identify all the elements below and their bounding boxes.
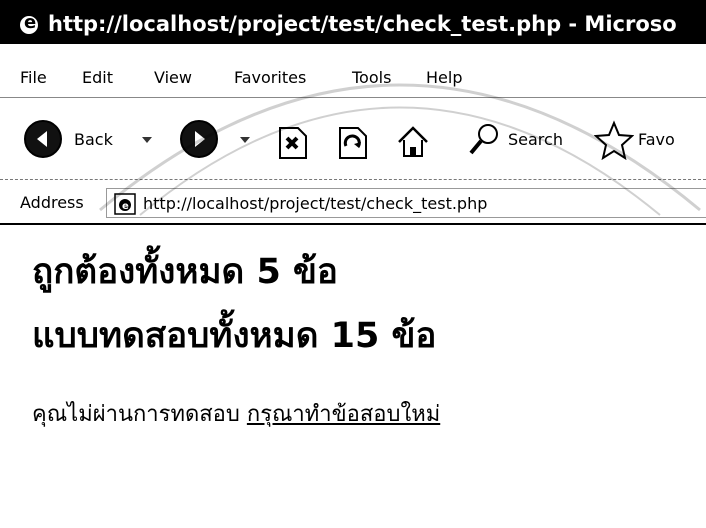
page-content: ถูกต้องทั้งหมด 5 ข้อ แบบทดสอบทั้งหมด 15 … [0, 228, 706, 528]
menu-help[interactable]: Help [426, 68, 462, 87]
search-label: Search [508, 130, 563, 149]
address-bar: Address e http://localhost/project/test/… [0, 181, 706, 225]
favorites-button[interactable]: Favo [594, 120, 706, 162]
search-button[interactable]: Search [468, 120, 588, 162]
title-bar[interactable]: http://localhost/project/test/check_test… [0, 0, 706, 44]
refresh-icon [339, 127, 367, 159]
correct-count-heading: ถูกต้องทั้งหมด 5 ข้อ [32, 252, 338, 292]
favorites-label: Favo [638, 130, 675, 149]
result-text: คุณไม่ผ่านการทดสอบ [32, 402, 240, 427]
menu-bar: File Edit View Favorites Tools Help [0, 46, 706, 98]
refresh-button[interactable] [336, 120, 370, 162]
toolbar: Back Search Favo [0, 98, 706, 180]
stop-icon [279, 127, 307, 159]
back-arrow-icon [24, 120, 62, 158]
back-dropdown-icon[interactable] [142, 137, 152, 143]
address-url: http://localhost/project/test/check_test… [143, 194, 488, 213]
menu-file[interactable]: File [20, 68, 47, 87]
stop-button[interactable] [276, 120, 310, 162]
menu-favorites[interactable]: Favorites [234, 68, 306, 87]
forward-button[interactable] [180, 120, 260, 162]
total-count-heading: แบบทดสอบทั้งหมด 15 ข้อ [32, 316, 437, 356]
retry-test-link[interactable]: กรุณาทำข้อสอบใหม่ [247, 402, 440, 427]
ie-logo-icon [18, 12, 40, 36]
address-label: Address [20, 193, 84, 212]
svg-text:e: e [122, 201, 129, 212]
favorites-star-icon [594, 120, 634, 160]
home-button[interactable] [396, 120, 430, 162]
search-icon [469, 124, 498, 155]
forward-arrow-icon [180, 120, 218, 158]
back-label: Back [74, 130, 113, 149]
result-line: คุณไม่ผ่านการทดสอบ กรุณาทำข้อสอบใหม่ [32, 396, 440, 431]
menu-tools[interactable]: Tools [352, 68, 391, 87]
home-icon [398, 126, 428, 157]
menu-edit[interactable]: Edit [82, 68, 113, 87]
back-button[interactable]: Back [24, 120, 174, 162]
page-ie-icon: e [114, 193, 136, 215]
address-input[interactable]: e http://localhost/project/test/check_te… [106, 188, 706, 218]
menu-view[interactable]: View [154, 68, 192, 87]
window-title: http://localhost/project/test/check_test… [48, 12, 677, 36]
forward-dropdown-icon[interactable] [240, 137, 250, 143]
